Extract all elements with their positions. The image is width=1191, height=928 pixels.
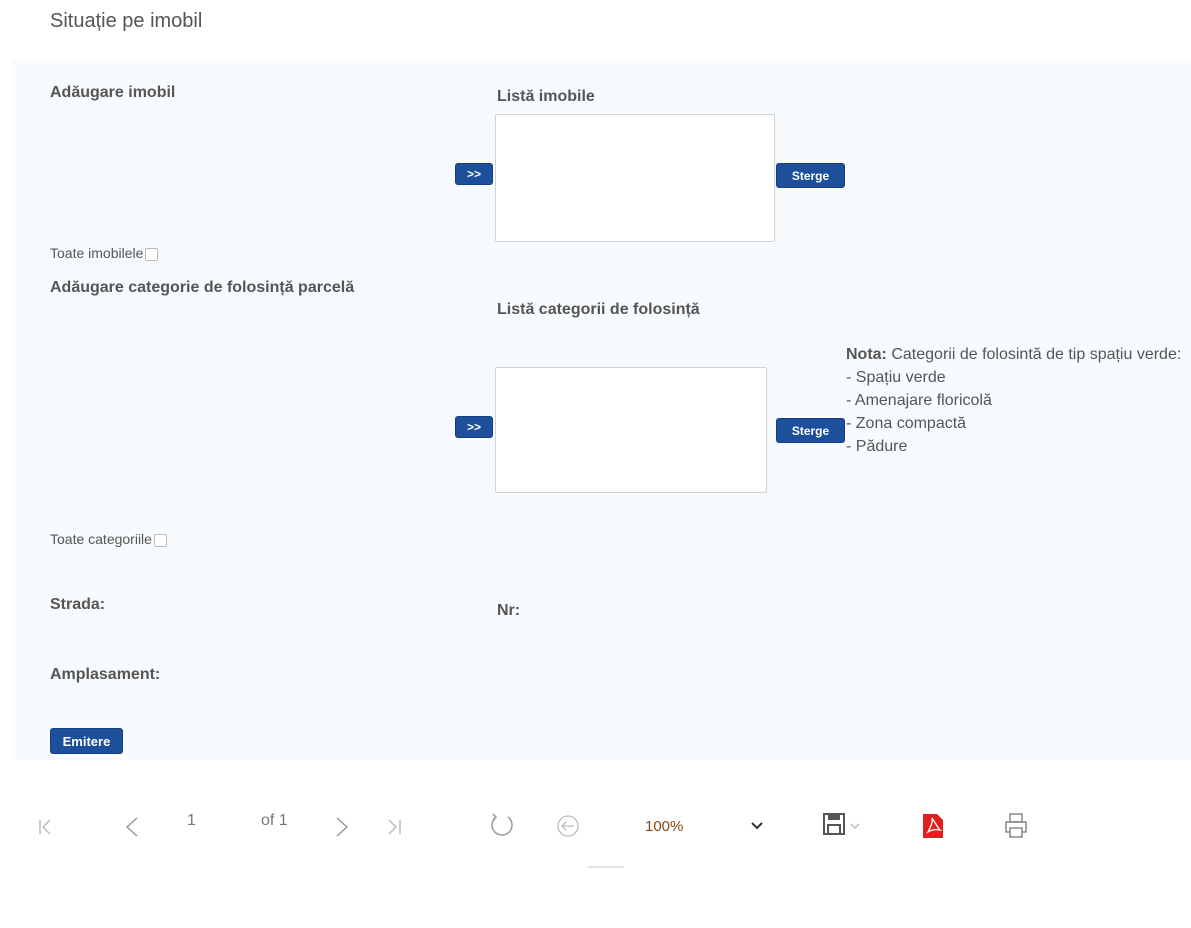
imobil-list-label: Listă imobile: [497, 88, 595, 105]
green-space-note: Nota: Categorii de folosintă de tip spaț…: [846, 343, 1191, 458]
imobil-listbox[interactable]: [495, 114, 775, 242]
categorie-list-label: Listă categorii de folosință: [497, 301, 700, 318]
categorie-listbox[interactable]: [495, 367, 767, 493]
chevron-down-icon[interactable]: [750, 820, 764, 832]
note-item: - Pădure: [846, 438, 908, 455]
back-icon[interactable]: [555, 813, 581, 839]
all-imobile-row: Toate imobilele: [50, 245, 159, 261]
note-item: - Spațiu verde: [846, 369, 946, 386]
save-icon[interactable]: [822, 812, 848, 836]
add-imobil-label: Adăugare imobil: [50, 84, 176, 101]
note-intro: Nota: Categorii de folosintă de tip spaț…: [846, 343, 1191, 366]
add-categorie-label: Adăugare categorie de folosință parcelă: [50, 279, 355, 296]
toolbar-drag-handle[interactable]: [588, 866, 624, 868]
add-imobil-button[interactable]: >>: [455, 163, 493, 185]
first-page-icon[interactable]: [38, 818, 54, 836]
all-categorii-checkbox[interactable]: [153, 533, 167, 547]
note-item: - Zona compactă: [846, 415, 967, 432]
all-imobile-label: Toate imobilele: [50, 245, 144, 261]
zoom-level[interactable]: 100%: [645, 818, 683, 835]
refresh-icon[interactable]: [488, 812, 516, 840]
strada-label: Strada:: [50, 596, 106, 613]
all-categorii-row: Toate categoriile: [50, 531, 167, 547]
next-page-icon[interactable]: [334, 816, 350, 838]
last-page-icon[interactable]: [386, 818, 402, 836]
note-text: Categorii de folosintă de tip spațiu ver…: [891, 346, 1182, 363]
emit-button[interactable]: Emitere: [50, 728, 123, 754]
print-icon[interactable]: [1003, 812, 1029, 840]
save-dropdown-chevron-icon[interactable]: [849, 822, 861, 832]
note-item: - Amenajare floricolă: [846, 392, 992, 409]
all-categorii-label: Toate categoriile: [50, 531, 152, 547]
amplasament-label: Amplasament:: [50, 666, 161, 683]
nr-label: Nr:: [497, 602, 521, 619]
delete-categorie-button[interactable]: Sterge: [776, 418, 845, 443]
add-categorie-button[interactable]: >>: [455, 416, 493, 438]
all-imobile-checkbox[interactable]: [145, 247, 159, 261]
page-total: of 1: [261, 812, 288, 829]
note-prefix: Nota:: [846, 346, 887, 363]
delete-imobil-button[interactable]: Sterge: [776, 163, 845, 188]
page-number-input[interactable]: 1: [187, 812, 196, 830]
prev-page-icon[interactable]: [124, 816, 140, 838]
page-title: Situație pe imobil: [50, 10, 203, 32]
pdf-icon[interactable]: [921, 812, 945, 840]
